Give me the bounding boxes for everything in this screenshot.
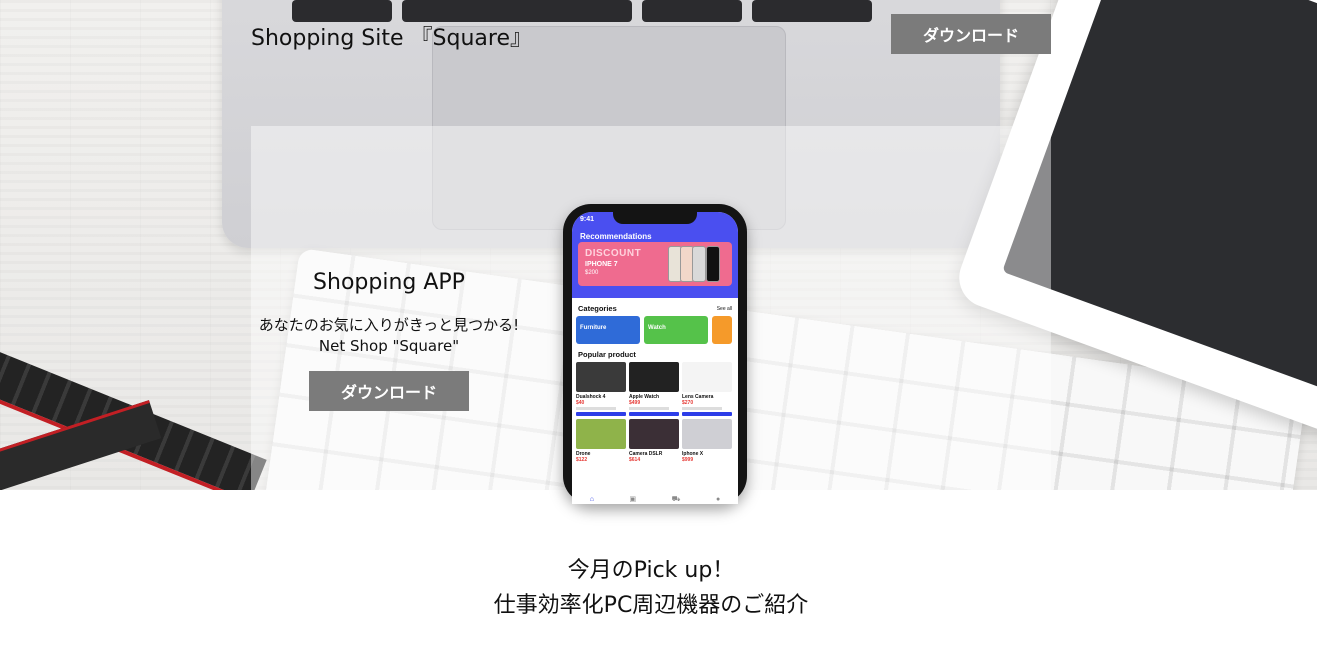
iphone-image	[668, 246, 724, 284]
site-title[interactable]: Shopping Site 『Square』	[251, 20, 532, 52]
popular-title: Popular product	[578, 350, 636, 359]
product-price: $122	[576, 457, 588, 463]
product-price: $499	[629, 400, 641, 406]
gallery-icon: ▣	[629, 496, 637, 503]
product-card: Lens Camera $270	[682, 362, 732, 416]
product-image	[682, 362, 732, 392]
hero-download-button[interactable]: ダウンロード	[309, 371, 469, 411]
hero-subtitle-line1: あなたのお気に入りがきっと見つかる!	[258, 316, 520, 334]
product-price: $40	[576, 400, 585, 406]
category-more	[712, 316, 732, 344]
hero-subtitle-line2: Net Shop "Square"	[318, 337, 460, 355]
banner-pagination	[638, 290, 665, 308]
hero-subtitle: あなたのお気に入りがきっと見つかる! Net Shop "Square"	[240, 315, 538, 357]
category-list: Furniture Watch	[572, 316, 738, 344]
discount-banner: DISCOUNT IPHONE 7 $200	[578, 242, 732, 286]
product-image	[629, 419, 679, 449]
product-card: Drone $122	[576, 419, 626, 463]
phone-mockup: 9:41 Recommendations DISCOUNT IPHONE 7 $…	[563, 204, 747, 504]
header-download-button[interactable]: ダウンロード	[891, 14, 1051, 54]
product-image	[682, 419, 732, 449]
categories-title: Categories	[578, 304, 617, 313]
product-image	[576, 419, 626, 449]
product-image	[576, 362, 626, 392]
product-card: Iphone X $999	[682, 419, 732, 463]
product-price: $270	[682, 400, 694, 406]
product-card: Apple Watch $499	[629, 362, 679, 416]
product-price: $999	[682, 457, 694, 463]
phone-screen: 9:41 Recommendations DISCOUNT IPHONE 7 $…	[572, 212, 738, 504]
cart-icon: ⛟	[671, 495, 681, 503]
product-image	[629, 362, 679, 392]
see-all-link: See all	[716, 305, 732, 312]
home-icon: ⌂	[589, 495, 594, 503]
app-tab-bar: ⌂ ▣ ⛟ ●	[572, 494, 738, 504]
pickup-line2: 仕事効率化PC周辺機器のご紹介	[493, 593, 809, 618]
pickup-section: 今月のPick up！ 仕事効率化PC周辺機器のご紹介	[0, 553, 1302, 623]
app-header: 9:41 Recommendations DISCOUNT IPHONE 7 $…	[572, 212, 738, 303]
banner-product: IPHONE 7	[585, 261, 618, 268]
product-card: Camera DSLR $614	[629, 419, 679, 463]
pickup-line1: 今月のPick up！	[567, 558, 735, 583]
product-grid: Dualshock 4 $40 Apple Watch $499 Lens Ca…	[572, 362, 738, 463]
hero-title: Shopping APP	[313, 270, 465, 295]
recommendations-title: Recommendations	[580, 232, 652, 241]
category-watch: Watch	[644, 316, 708, 344]
product-card: Dualshock 4 $40	[576, 362, 626, 416]
category-furniture: Furniture	[576, 316, 640, 344]
user-icon: ●	[715, 495, 721, 503]
product-price: $614	[629, 457, 641, 463]
